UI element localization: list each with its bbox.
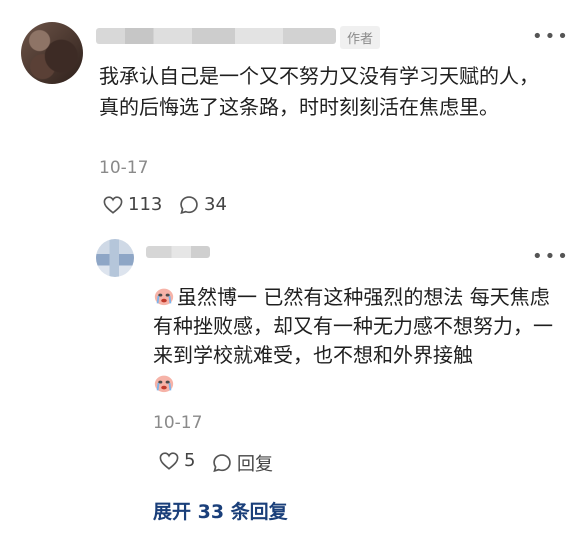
heart-icon (159, 451, 179, 470)
avatar[interactable] (21, 22, 83, 84)
comment-button[interactable]: 34 (179, 194, 227, 215)
more-dots-icon[interactable]: ••• (532, 28, 570, 46)
comment-text: 我承认自己是一个又不努力又没有学习天赋的人，真的后悔选了这条路，时时刻刻活在焦虑… (99, 64, 539, 119)
blurred-username[interactable] (96, 28, 336, 44)
reply-like-count: 5 (184, 450, 196, 471)
like-button[interactable]: 113 (103, 194, 162, 215)
reply-button[interactable]: 回复 (212, 450, 273, 476)
crying-face-emoji-icon (154, 288, 174, 306)
author-badge: 作者 (340, 26, 381, 49)
reply-body: 虽然博一 已然有这种强烈的想法 每天焦虑 有种挫败感，却又有一种无力感不想努力，… (153, 285, 553, 367)
heart-icon (103, 195, 123, 214)
crying-face-emoji-icon (154, 375, 174, 393)
reply-avatar[interactable] (96, 239, 134, 277)
reply-like-button[interactable]: 5 (159, 450, 195, 471)
reply-label: 回复 (237, 454, 273, 475)
reply-date: 10-17 (153, 413, 203, 433)
expand-replies-link[interactable]: 展开 33 条回复 (153, 497, 288, 524)
blurred-reply-username[interactable] (146, 246, 210, 258)
more-dots-icon[interactable]: ••• (532, 248, 570, 266)
comment-date: 10-17 (99, 158, 149, 178)
reply-text: 虽然博一 已然有这种强烈的想法 每天焦虑 有种挫败感，却又有一种无力感不想努力，… (153, 283, 563, 399)
like-count: 113 (128, 194, 163, 215)
comment-bubble-icon (213, 454, 231, 473)
comment-bubble-icon (180, 195, 198, 214)
comment-count: 34 (204, 194, 227, 215)
